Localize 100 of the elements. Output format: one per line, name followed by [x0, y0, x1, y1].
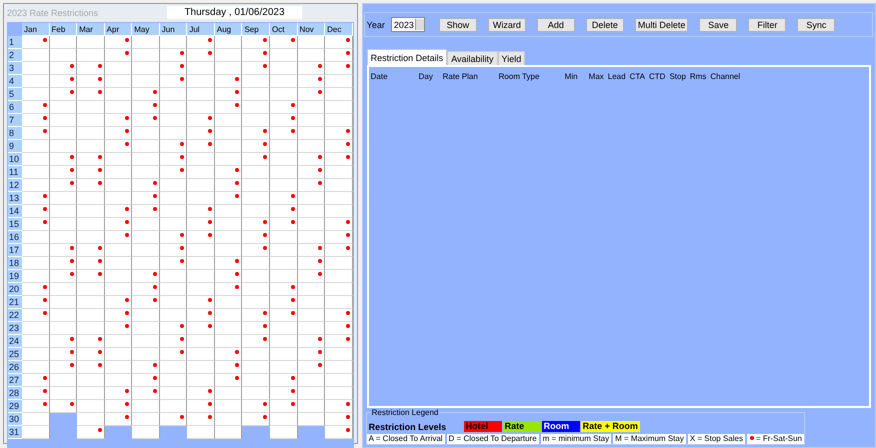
- day-cell[interactable]: [22, 62, 50, 75]
- day-cell[interactable]: [132, 166, 160, 179]
- day-cell[interactable]: [132, 218, 160, 231]
- day-cell[interactable]: [132, 49, 160, 62]
- day-cell[interactable]: [132, 309, 160, 322]
- day-cell[interactable]: [160, 75, 188, 88]
- day-cell[interactable]: [214, 296, 242, 309]
- day-cell[interactable]: [187, 36, 215, 49]
- day-cell[interactable]: [187, 283, 215, 296]
- day-cell[interactable]: [104, 205, 132, 218]
- day-cell[interactable]: [298, 374, 326, 387]
- day-cell[interactable]: [50, 335, 78, 348]
- day-cell[interactable]: [325, 36, 353, 49]
- day-cell[interactable]: [22, 49, 50, 62]
- day-cell[interactable]: [242, 335, 270, 348]
- day-cell[interactable]: [187, 296, 215, 309]
- day-cell[interactable]: [132, 127, 160, 140]
- toolbar-button[interactable]: Delete: [586, 18, 624, 32]
- day-cell[interactable]: [160, 244, 188, 257]
- day-cell[interactable]: [22, 361, 50, 374]
- day-cell[interactable]: [270, 140, 298, 153]
- day-cell[interactable]: [22, 179, 50, 192]
- day-cell[interactable]: [214, 270, 242, 283]
- day-cell[interactable]: [132, 387, 160, 400]
- day-cell[interactable]: [214, 62, 242, 75]
- day-cell[interactable]: [187, 192, 215, 205]
- day-cell[interactable]: [214, 426, 242, 439]
- day-cell[interactable]: [160, 348, 188, 361]
- day-cell[interactable]: [242, 413, 270, 426]
- day-cell[interactable]: [242, 205, 270, 218]
- day-cell[interactable]: [22, 153, 50, 166]
- day-cell[interactable]: [104, 257, 132, 270]
- year-spinner[interactable]: 2023: [390, 17, 425, 32]
- day-cell[interactable]: [50, 387, 78, 400]
- day-cell[interactable]: [77, 218, 105, 231]
- day-cell[interactable]: [77, 192, 105, 205]
- day-cell[interactable]: [298, 296, 326, 309]
- day-cell[interactable]: [22, 244, 50, 257]
- day-cell[interactable]: [187, 127, 215, 140]
- day-cell[interactable]: [214, 335, 242, 348]
- day-cell[interactable]: [187, 387, 215, 400]
- day-cell[interactable]: [50, 101, 78, 114]
- day-cell[interactable]: [214, 88, 242, 101]
- day-cell[interactable]: [187, 101, 215, 114]
- day-cell[interactable]: [325, 205, 353, 218]
- day-cell[interactable]: [104, 309, 132, 322]
- day-cell[interactable]: [77, 166, 105, 179]
- day-cell[interactable]: [270, 361, 298, 374]
- day-cell[interactable]: [132, 283, 160, 296]
- day-cell[interactable]: [104, 296, 132, 309]
- day-cell[interactable]: [325, 283, 353, 296]
- day-cell[interactable]: [50, 348, 78, 361]
- day-cell[interactable]: [214, 205, 242, 218]
- day-cell[interactable]: [325, 62, 353, 75]
- day-cell[interactable]: [270, 348, 298, 361]
- day-cell[interactable]: [270, 231, 298, 244]
- day-cell[interactable]: [298, 127, 326, 140]
- day-cell[interactable]: [50, 257, 78, 270]
- day-cell[interactable]: [325, 166, 353, 179]
- day-cell[interactable]: [22, 257, 50, 270]
- day-cell[interactable]: [242, 101, 270, 114]
- day-cell[interactable]: [325, 335, 353, 348]
- day-cell[interactable]: [187, 88, 215, 101]
- day-cell[interactable]: [270, 114, 298, 127]
- day-cell[interactable]: [214, 283, 242, 296]
- day-cell[interactable]: [104, 153, 132, 166]
- day-cell[interactable]: [242, 309, 270, 322]
- day-cell[interactable]: [187, 166, 215, 179]
- day-cell[interactable]: [77, 36, 105, 49]
- day-cell[interactable]: [22, 348, 50, 361]
- day-cell[interactable]: [214, 374, 242, 387]
- day-cell[interactable]: [22, 426, 50, 439]
- day-cell[interactable]: [22, 218, 50, 231]
- day-cell[interactable]: [50, 205, 78, 218]
- day-cell[interactable]: [77, 88, 105, 101]
- day-cell[interactable]: [242, 75, 270, 88]
- day-cell[interactable]: [242, 270, 270, 283]
- day-cell[interactable]: [270, 270, 298, 283]
- day-cell[interactable]: [270, 75, 298, 88]
- day-cell[interactable]: [77, 62, 105, 75]
- toolbar-button[interactable]: Show: [438, 18, 477, 32]
- day-cell[interactable]: [50, 75, 78, 88]
- toolbar-button[interactable]: Sync: [797, 18, 836, 32]
- day-cell[interactable]: [270, 335, 298, 348]
- day-cell[interactable]: [270, 387, 298, 400]
- day-cell[interactable]: [187, 179, 215, 192]
- day-cell[interactable]: [104, 335, 132, 348]
- day-cell[interactable]: [325, 244, 353, 257]
- day-cell[interactable]: [132, 153, 160, 166]
- day-cell[interactable]: [132, 361, 160, 374]
- day-cell[interactable]: [104, 322, 132, 335]
- toolbar-button[interactable]: Save: [699, 18, 738, 32]
- day-cell[interactable]: [325, 88, 353, 101]
- day-cell[interactable]: [132, 244, 160, 257]
- day-cell[interactable]: [50, 322, 78, 335]
- day-cell[interactable]: [242, 348, 270, 361]
- day-cell[interactable]: [22, 413, 50, 426]
- day-cell[interactable]: [187, 270, 215, 283]
- day-cell[interactable]: [160, 192, 188, 205]
- day-cell[interactable]: [104, 400, 132, 413]
